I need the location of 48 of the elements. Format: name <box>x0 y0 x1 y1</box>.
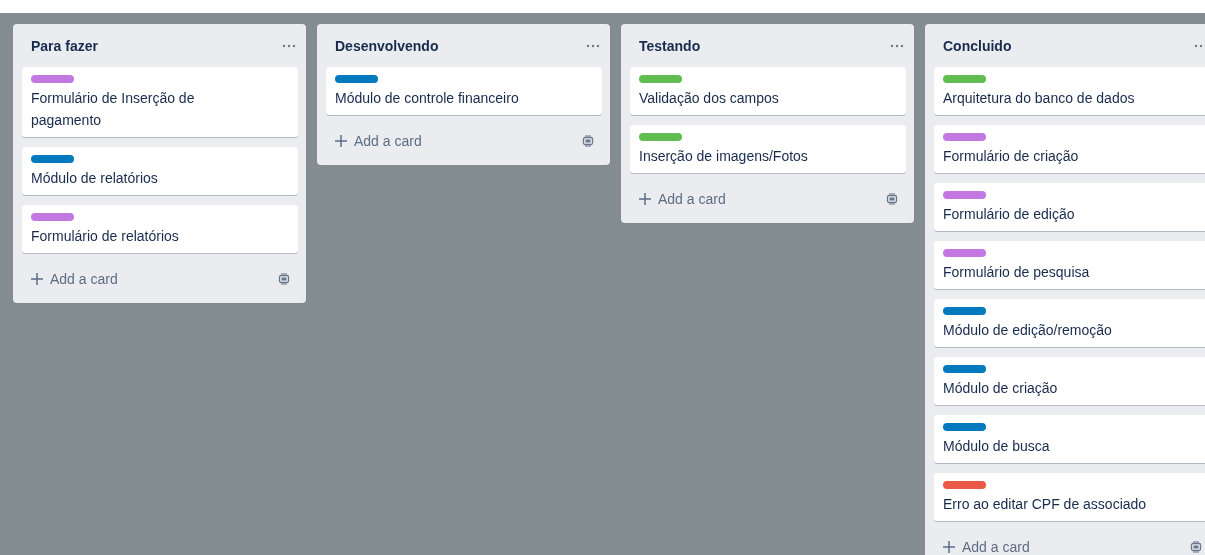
card-title: Formulário de edição <box>943 205 1076 224</box>
task-card[interactable]: Módulo de criação <box>934 357 1205 405</box>
task-card[interactable]: Erro ao editar CPF de associado <box>934 473 1205 521</box>
card-title: Erro ao editar CPF de associado <box>943 495 1148 514</box>
plus-icon <box>334 134 348 148</box>
more-icon[interactable] <box>890 44 904 48</box>
task-card[interactable]: Formulário de criação <box>934 125 1205 173</box>
template-icon[interactable] <box>278 273 290 285</box>
card-title: Módulo de busca <box>943 437 1051 456</box>
template-icon[interactable] <box>886 193 898 205</box>
card-title: Módulo de criação <box>943 379 1059 398</box>
card-title: Formulário de Inserção de pagamento <box>31 89 196 130</box>
plus-icon <box>638 192 652 206</box>
card-title: Formulário de pesquisa <box>943 263 1091 282</box>
template-icon[interactable] <box>1190 541 1202 553</box>
add-card-button[interactable]: Add a card <box>634 187 730 211</box>
task-card[interactable]: Inserção de imagens/Fotos <box>630 125 906 173</box>
task-card[interactable]: Formulário de relatórios <box>22 205 298 253</box>
card-title: Inserção de imagens/Fotos <box>639 147 809 166</box>
card-title: Módulo de edição/remoção <box>943 321 1113 340</box>
card-title: Arquitetura do banco de dados <box>943 89 1136 108</box>
plus-icon <box>30 272 44 286</box>
task-card[interactable]: Módulo de busca <box>934 415 1205 463</box>
list-title[interactable]: Testando <box>639 36 701 56</box>
task-card[interactable]: Formulário de Inserção de pagamento <box>22 67 298 137</box>
task-card[interactable]: Formulário de pesquisa <box>934 241 1205 289</box>
list-title[interactable]: Para fazer <box>31 36 98 56</box>
card-title: Formulário de criação <box>943 147 1080 166</box>
add-card-button[interactable]: Add a card <box>938 535 1034 555</box>
task-card[interactable]: Módulo de relatórios <box>22 147 298 195</box>
card-title: Validação dos campos <box>639 89 780 108</box>
more-icon[interactable] <box>586 44 600 48</box>
template-icon[interactable] <box>582 135 594 147</box>
list-title[interactable]: Concluido <box>943 36 1012 56</box>
task-card[interactable]: Validação dos campos <box>630 67 906 115</box>
add-card-button[interactable]: Add a card <box>26 267 122 291</box>
task-card[interactable]: Formulário de edição <box>934 183 1205 231</box>
more-icon[interactable] <box>282 44 296 48</box>
task-card[interactable]: Arquitetura do banco de dados <box>934 67 1205 115</box>
add-card-button[interactable]: Add a card <box>330 129 426 153</box>
card-title: Formulário de relatórios <box>31 227 180 246</box>
task-card[interactable]: Módulo de edição/remoção <box>934 299 1205 347</box>
card-title: Módulo de relatórios <box>31 169 159 188</box>
task-card[interactable]: Módulo de controle financeiro <box>326 67 602 115</box>
more-icon[interactable] <box>1194 44 1205 48</box>
card-title: Módulo de controle financeiro <box>335 89 520 108</box>
plus-icon <box>942 540 956 554</box>
list-title[interactable]: Desenvolvendo <box>335 36 439 56</box>
